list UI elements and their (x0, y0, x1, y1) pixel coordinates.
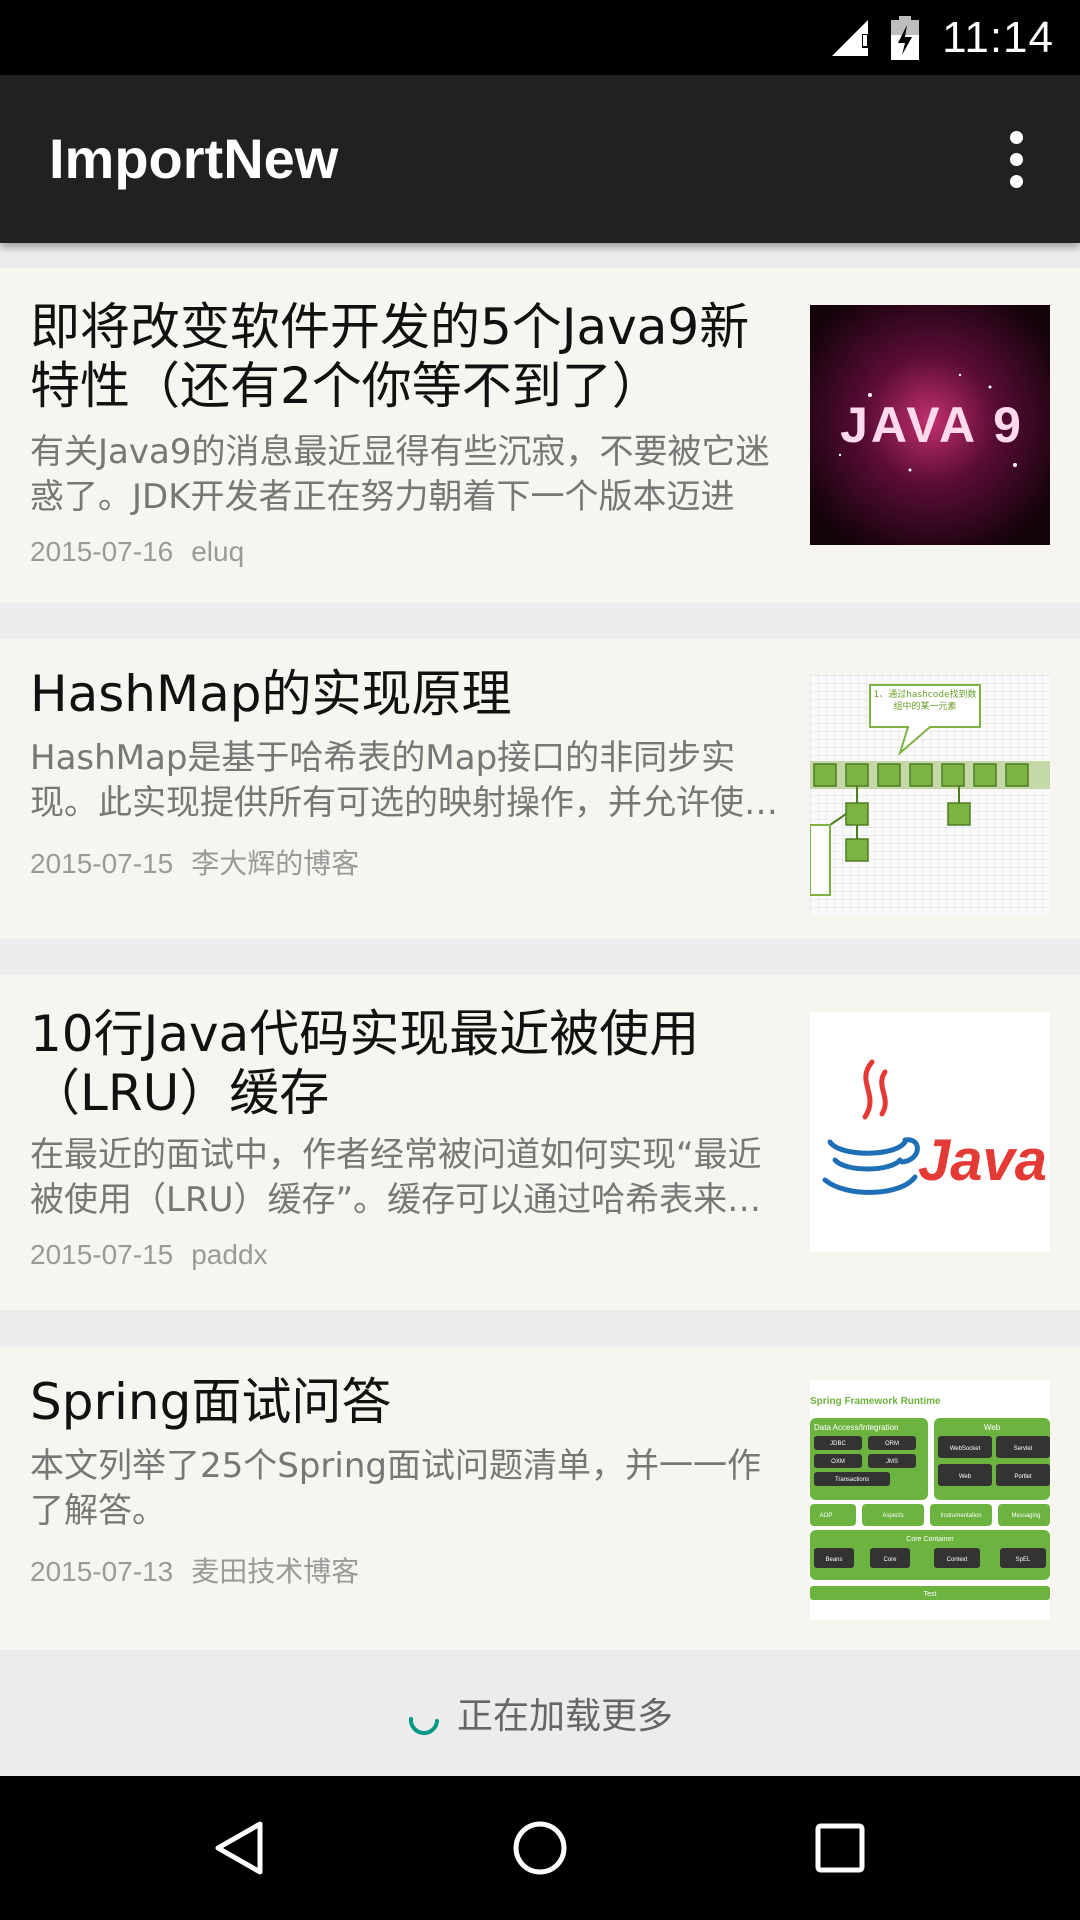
article-author: eluq (191, 536, 245, 567)
recents-icon (815, 1823, 865, 1873)
article-author: paddx (191, 1239, 268, 1270)
overflow-menu-button[interactable] (986, 123, 1046, 195)
status-time: 11:14 (942, 12, 1054, 62)
article-thumbnail: JAVA 9 (810, 305, 1050, 545)
thumb-java-logo-text: Java (918, 1128, 1047, 1193)
thumb-spring-orm: ORM (885, 1441, 899, 1447)
thumb-spring-core: Core (883, 1557, 897, 1563)
loading-spinner-icon (408, 1717, 439, 1735)
article-meta: 2015-07-15 李大辉的博客 (30, 842, 780, 882)
thumb-spring-beans: Beans (825, 1557, 842, 1563)
article-meta: 2015-07-16 eluq (30, 536, 780, 568)
thumb-spring-web: Web (959, 1474, 972, 1480)
article-meta: 2015-07-15 paddx (30, 1239, 780, 1271)
overflow-menu-icon (1009, 130, 1023, 144)
article-date: 2015-07-15 (30, 848, 174, 879)
thumb-spring-transactions: Transactions (835, 1477, 869, 1483)
signal-icon (832, 19, 869, 56)
article-date: 2015-07-16 (30, 536, 174, 567)
article-author: 麦田技术博客 (191, 1556, 360, 1587)
thumb-spring-aop: AOP (820, 1513, 833, 1519)
thumb-spring-portlet: Portlet (1014, 1474, 1032, 1480)
back-icon (215, 1821, 263, 1875)
thumb-spring-test: Test (924, 1591, 937, 1598)
article-date: 2015-07-13 (30, 1556, 174, 1587)
overflow-menu-icon-dot (1009, 174, 1023, 188)
thumb-spring-messaging: Messaging (1011, 1513, 1040, 1519)
home-icon (513, 1821, 567, 1875)
article-text: HashMap的实现原理 HashMap是基于哈希表的Map接口的非同步实现。此… (30, 665, 780, 882)
battery-icon (891, 15, 920, 60)
article-thumbnail: 1、通过hashcode找到数组中的某一元素 (810, 675, 1050, 915)
overflow-menu-icon-dot (1009, 152, 1023, 166)
article-text: 即将改变软件开发的5个Java9新特性（还有2个你等不到了） 有关Java9的消… (30, 298, 780, 568)
app-bar: ImportNew (0, 75, 1080, 243)
article-title: 即将改变软件开发的5个Java9新特性（还有2个你等不到了） (30, 298, 750, 415)
app-title: ImportNew (49, 127, 339, 190)
navigation-bar (0, 1776, 1080, 1920)
thumb-spring-web-group: Web (984, 1423, 1001, 1432)
loading-more-footer: 正在加载更多 (0, 1650, 1080, 1776)
thumb-spring-spel: SpEL (1016, 1557, 1031, 1563)
article-card[interactable]: HashMap的实现原理 HashMap是基于哈希表的Map接口的非同步实现。此… (0, 639, 1080, 939)
thumb-spring-jms: JMS (886, 1459, 898, 1465)
article-thumbnail: Java (810, 1012, 1050, 1252)
article-summary: 本文列举了25个Spring面试问题清单，并一一作了解答。 (30, 1446, 761, 1531)
thumb-java9-text: JAVA 9 (840, 397, 1024, 453)
thumb-spring-aspects: Aspects (882, 1513, 903, 1519)
article-thumbnail: Spring Framework Runtime Data Access/Int… (810, 1380, 1050, 1620)
home-button[interactable] (460, 1776, 620, 1920)
article-summary: 在最近的面试中，作者经常被问道如何实现“最近被使用（LRU）缓存”。缓存可以通过… (30, 1135, 762, 1220)
article-title: 10行Java代码实现最近被使用（LRU）缓存 (30, 1005, 700, 1122)
thumb-spring-servlet: Servlet (1014, 1446, 1033, 1452)
thumb-spring-data-access: Data Access/Integration (814, 1423, 899, 1432)
article-title: HashMap的实现原理 (30, 665, 512, 723)
thumb-spring-header: Spring Framework Runtime (810, 1396, 941, 1407)
article-card[interactable]: 10行Java代码实现最近被使用（LRU）缓存 在最近的面试中，作者经常被问道如… (0, 975, 1080, 1310)
article-summary: HashMap是基于哈希表的Map接口的非同步实现。此实现提供所有可选的映射操作… (30, 738, 778, 823)
thumb-hashmap-note: 1、通过hashcode找到数组中的某一元素 (873, 690, 977, 712)
back-button[interactable] (160, 1776, 320, 1920)
article-meta: 2015-07-13 麦田技术博客 (30, 1550, 780, 1590)
thumb-spring-core-container: Core Container (906, 1536, 954, 1543)
article-date: 2015-07-15 (30, 1239, 174, 1270)
thumb-spring-context: Context (947, 1557, 968, 1563)
thumb-spring-jdbc: JDBC (830, 1441, 846, 1447)
thumb-spring-instrumentation: Instrumentation (940, 1513, 981, 1519)
article-summary: 有关Java9的消息最近显得有些沉寂，不要被它迷惑了。JDK开发者正在努力朝着下… (30, 432, 770, 517)
article-title: Spring面试问答 (30, 1373, 392, 1431)
article-card[interactable]: 即将改变软件开发的5个Java9新特性（还有2个你等不到了） 有关Java9的消… (0, 268, 1080, 603)
thumb-spring-websocket: WebSocket (950, 1446, 981, 1452)
thumb-spring-oxm: OXM (831, 1459, 845, 1465)
article-card[interactable]: Spring面试问答 本文列举了25个Spring面试问题清单，并一一作了解答。… (0, 1347, 1080, 1650)
recents-button[interactable] (760, 1776, 920, 1920)
article-author: 李大辉的博客 (191, 848, 360, 879)
status-bar: 11:14 (0, 0, 1080, 75)
article-text: Spring面试问答 本文列举了25个Spring面试问题清单，并一一作了解答。… (30, 1373, 780, 1590)
article-text: 10行Java代码实现最近被使用（LRU）缓存 在最近的面试中，作者经常被问道如… (30, 1005, 780, 1271)
loading-text: 正在加载更多 (456, 1696, 673, 1737)
